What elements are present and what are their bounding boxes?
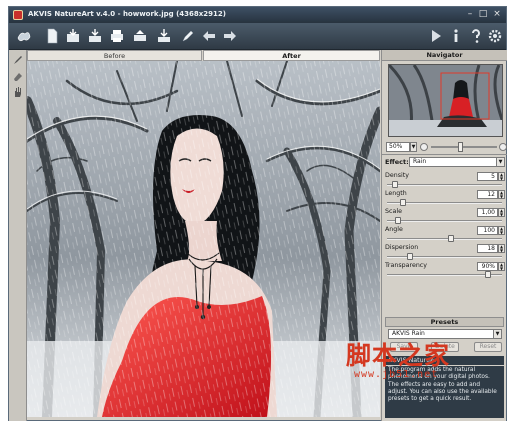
param-scale: Scale 1,00 ▲ ▼ [385,208,505,226]
settings-icon[interactable] [486,27,504,45]
watermark-url: www.jb51.net [354,369,439,380]
param-slider-thumb[interactable] [394,217,401,224]
watermark-text: 脚本之家 [346,341,451,370]
share-icon[interactable] [131,27,149,45]
navigator-thumbnail [389,65,502,136]
presets-title: Presets [385,317,504,327]
reset-preset-button[interactable]: Reset [474,342,502,352]
spin-icon[interactable]: ▲ ▼ [498,244,505,253]
param-length: Length 12 ▲ ▼ [385,190,505,208]
redo-icon[interactable] [221,27,239,45]
preset-value: AKVIS Rain [392,330,425,337]
minimize-button[interactable]: – [464,9,476,20]
param-label: Angle [385,226,403,233]
tab-before[interactable]: Before [27,50,202,61]
brush-icon[interactable] [179,27,197,45]
run-icon[interactable] [427,27,445,45]
spin-icon[interactable]: ▲ ▼ [498,208,505,217]
param-value[interactable]: 5 [477,172,498,181]
open-icon[interactable] [64,27,82,45]
zoom-slider-thumb[interactable] [458,142,463,152]
param-slider[interactable] [387,238,502,240]
param-slider[interactable] [387,220,502,222]
param-slider-thumb[interactable] [400,199,407,206]
param-slider-thumb[interactable] [406,253,413,260]
param-label: Transparency [385,262,427,269]
param-slider-thumb[interactable] [485,271,492,278]
param-dispersion: Dispersion 18 ▲ ▼ [385,244,505,262]
param-angle: Angle 100 ▲ ▼ [385,226,505,244]
navigator-title: Navigator [382,50,507,61]
app-icon [13,10,23,20]
param-label: Scale [385,208,402,215]
effect-label: Effect: [385,158,409,166]
param-transparency: Transparency 90% ▲ ▼ [385,262,505,280]
param-value[interactable]: 18 [477,244,498,253]
param-value[interactable]: 12 [477,190,498,199]
eraser-tool-icon[interactable] [12,70,24,82]
tab-after[interactable]: After [203,50,380,61]
param-density: Density 5 ▲ ▼ [385,172,505,190]
window-title: AKVIS NatureArt v.4.0 - howwork.jpg (436… [28,10,226,18]
zoom-in-button[interactable] [499,143,507,151]
divider [382,154,507,155]
left-tools-panel [9,50,27,421]
zoom-value[interactable]: 50% [386,142,410,152]
spin-icon[interactable]: ▲ ▼ [498,262,505,271]
param-label: Dispersion [385,244,419,251]
param-label: Length [385,190,407,197]
photo-rain-portrait [27,61,380,417]
effect-select[interactable]: Rain ▼ [409,157,505,167]
help-icon[interactable] [467,27,485,45]
save-icon[interactable] [86,27,104,45]
zoom-dropdown-icon[interactable]: ▼ [410,142,417,152]
brush-tool-icon[interactable] [12,54,24,66]
param-slider[interactable] [387,184,502,186]
info-icon[interactable] [447,27,465,45]
param-slider-thumb[interactable] [392,181,399,188]
effect-row: Effect: Rain ▼ [385,157,505,168]
spin-icon[interactable]: ▲ ▼ [498,190,505,199]
zoom-slider[interactable] [431,146,497,148]
spin-icon[interactable]: ▲ ▼ [498,172,505,181]
spin-icon[interactable]: ▲ ▼ [498,226,505,235]
image-canvas[interactable] [27,61,380,417]
watermark: 脚本之家 www.jb51.net [346,343,476,383]
param-label: Density [385,172,409,179]
chevron-down-icon[interactable]: ▼ [496,158,504,166]
param-value[interactable]: 1,00 [477,208,498,217]
zoom-out-button[interactable] [420,143,428,151]
view-tabs: Before After [27,50,380,61]
param-slider-thumb[interactable] [448,235,455,242]
effect-value: Rain [413,158,427,165]
title-bar: AKVIS NatureArt v.4.0 - howwork.jpg (436… [9,7,506,23]
hand-tool-icon[interactable] [12,86,24,98]
new-icon[interactable] [43,27,61,45]
app-logo-icon[interactable] [15,27,33,45]
batch-icon[interactable] [155,27,173,45]
param-value[interactable]: 100 [477,226,498,235]
param-slider[interactable] [387,256,502,258]
chevron-down-icon[interactable]: ▼ [493,330,501,338]
toolbar [9,23,506,50]
print-icon[interactable] [108,27,126,45]
zoom-control: 50% ▼ [386,142,507,152]
maximize-button[interactable]: □ [477,9,489,20]
navigator-preview[interactable] [388,64,503,137]
param-value[interactable]: 90% [477,262,498,271]
close-button[interactable]: × [491,9,503,20]
undo-icon[interactable] [200,27,218,45]
preset-select[interactable]: AKVIS Rain ▼ [388,329,502,339]
